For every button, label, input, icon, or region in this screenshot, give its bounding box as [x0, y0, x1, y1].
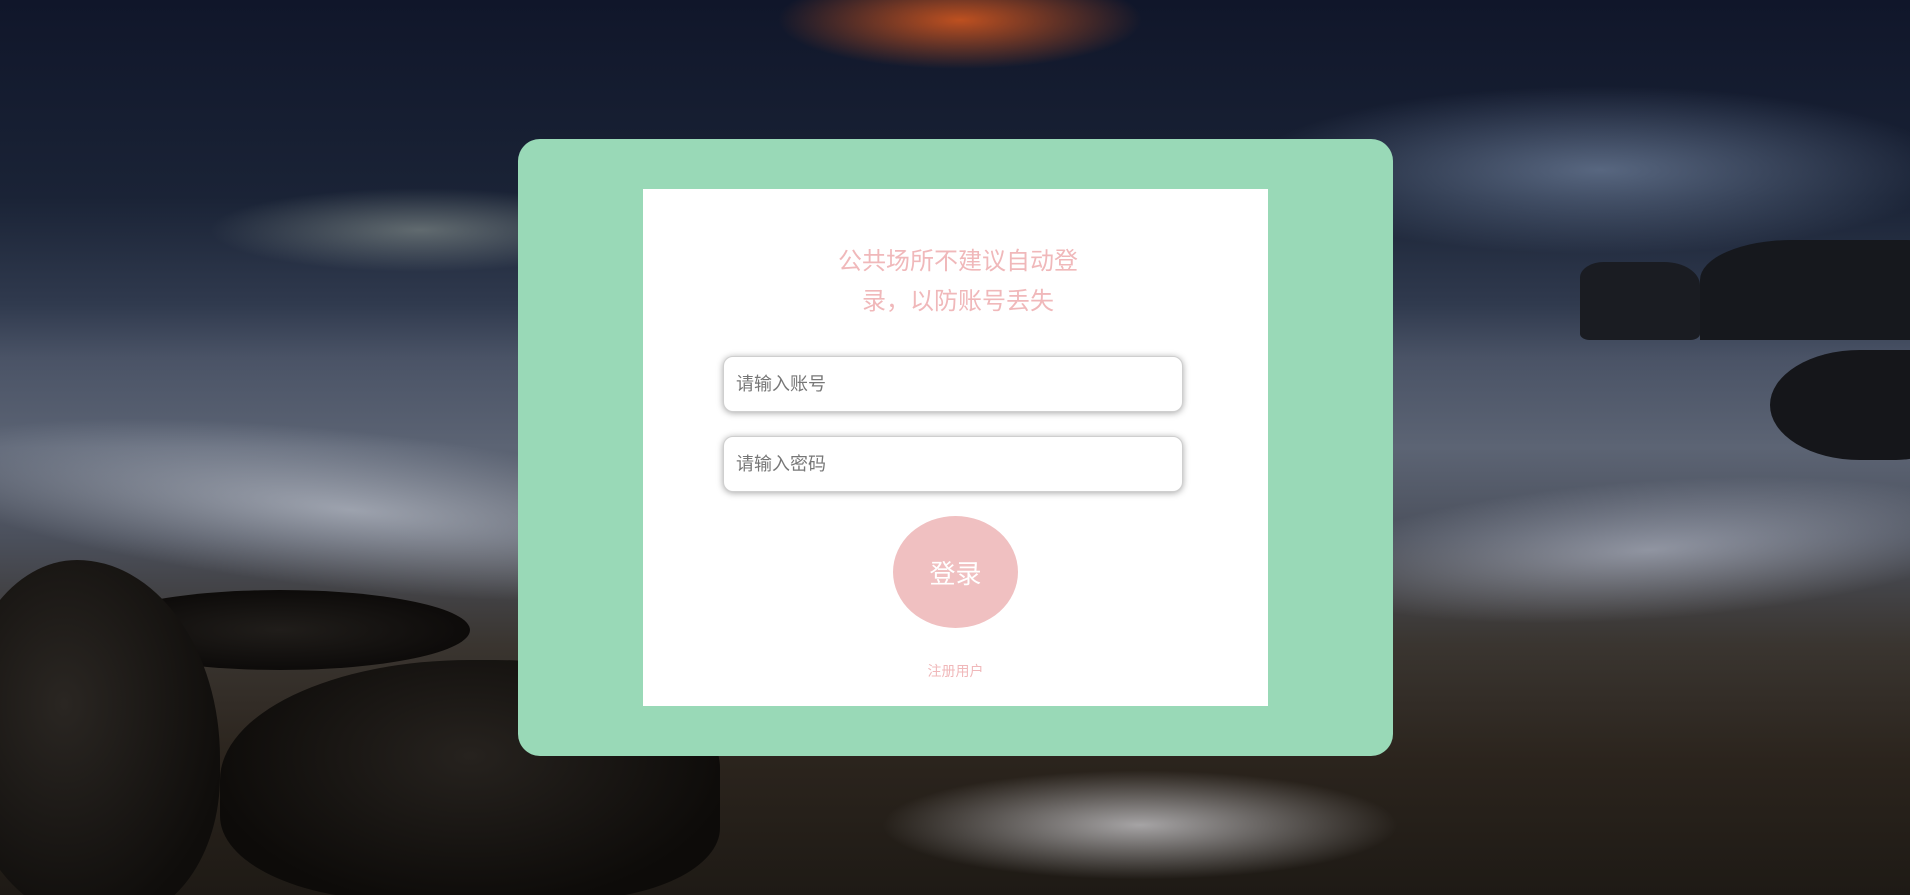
login-notice: 公共场所不建议自动登录，以防账号丢失: [838, 247, 1078, 315]
account-input[interactable]: [723, 356, 1183, 412]
login-panel: 公共场所不建议自动登录，以防账号丢失 登录 注册用户: [643, 189, 1268, 706]
login-button[interactable]: 登录: [893, 516, 1018, 628]
login-card: 公共场所不建议自动登录，以防账号丢失 登录 注册用户: [518, 139, 1393, 756]
shore-foam: [880, 770, 1400, 880]
password-input[interactable]: [723, 436, 1183, 492]
sea-stack: [1580, 262, 1700, 340]
rock: [1770, 350, 1910, 460]
register-link[interactable]: 注册用户: [643, 661, 1268, 681]
sea-stack: [1700, 240, 1910, 340]
